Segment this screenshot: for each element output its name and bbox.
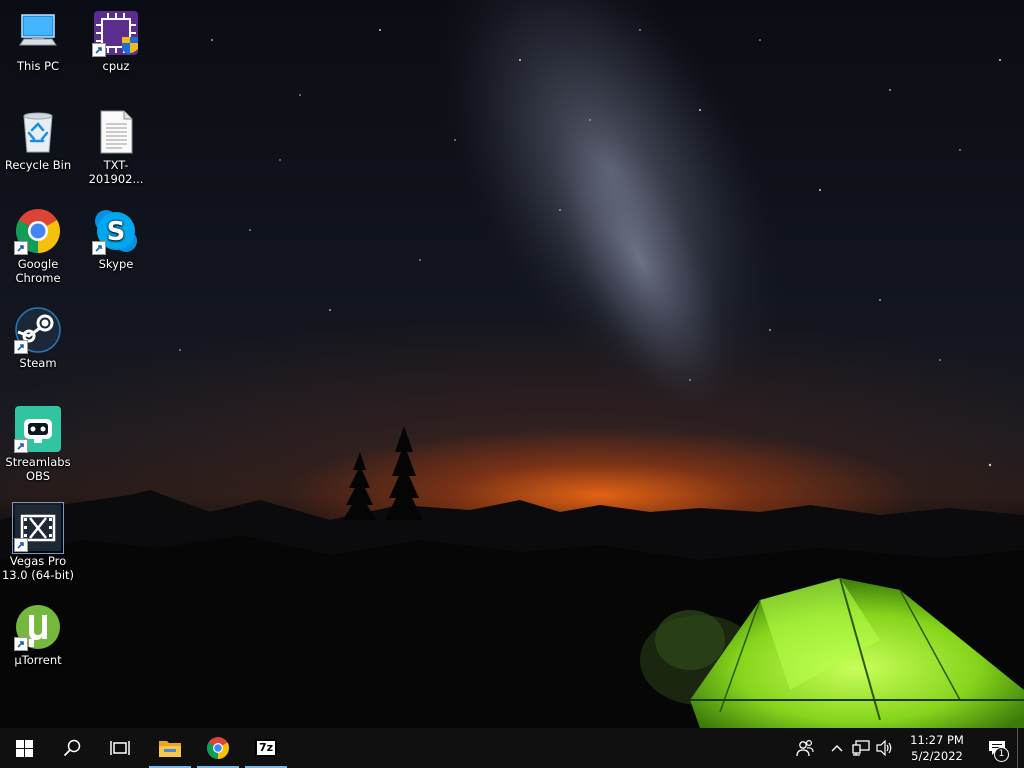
desktop-icon-label: Streamlabs OBS: [5, 455, 71, 483]
desktop-icon-label: TXT-201902...: [88, 158, 144, 186]
shortcut-arrow-icon: [14, 439, 28, 453]
desktop-icon-label: Vegas Pro 13.0 (64-bit): [1, 554, 75, 582]
7zip-icon: 7z: [255, 739, 277, 757]
desktop-icon-this-pc[interactable]: This PC: [0, 3, 76, 73]
notification-count-badge: 1: [994, 747, 1009, 762]
task-view-button[interactable]: [96, 728, 144, 768]
shortcut-arrow-icon: [14, 637, 28, 651]
taskbar: 7z 11:27 PM 5/2/2022 1: [0, 728, 1024, 768]
taskbar-clock[interactable]: 11:27 PM 5/2/2022: [897, 732, 977, 764]
tray-volume[interactable]: [873, 728, 897, 768]
desktop-icon-label: Steam: [19, 356, 57, 370]
svg-text:S: S: [107, 217, 126, 247]
utorrent-icon: [14, 603, 62, 651]
skype-icon: S: [92, 207, 140, 255]
desktop-icon-skype[interactable]: S Skype: [78, 201, 154, 271]
taskbar-7zip[interactable]: 7z: [242, 728, 290, 768]
desktop-icon-text-file[interactable]: TXT-201902...: [78, 102, 154, 186]
cpuz-icon: [92, 9, 140, 57]
search-icon: [63, 739, 81, 757]
chrome-icon: [207, 737, 229, 759]
task-view-icon: [110, 741, 130, 755]
chrome-icon: [14, 207, 62, 255]
desktop-icon-label: µTorrent: [14, 653, 62, 667]
vegas-pro-icon: [12, 502, 64, 554]
clock-date: 5/2/2022: [911, 749, 963, 763]
shortcut-arrow-icon: [14, 340, 28, 354]
search-button[interactable]: [48, 728, 96, 768]
desktop-icon-label: cpuz: [102, 59, 130, 73]
system-tray: 11:27 PM 5/2/2022 1: [785, 728, 1024, 768]
windows-start-icon: [15, 739, 33, 757]
tray-show-hidden-icons[interactable]: [825, 728, 849, 768]
taskbar-google-chrome[interactable]: [194, 728, 242, 768]
tray-people[interactable]: [785, 728, 825, 768]
computer-icon: [14, 9, 62, 57]
shortcut-arrow-icon: [14, 538, 28, 552]
file-explorer-icon: [159, 741, 181, 757]
show-desktop-button[interactable]: [1017, 728, 1024, 768]
desktop-icon-streamlabs-obs[interactable]: Streamlabs OBS: [0, 399, 76, 483]
network-icon: [852, 740, 870, 756]
desktop-icon-cpuz[interactable]: cpuz: [78, 3, 154, 73]
volume-icon: [876, 740, 892, 756]
shortcut-arrow-icon: [14, 241, 28, 255]
streamlabs-obs-icon: [14, 405, 62, 453]
desktop-icon-label: This PC: [16, 59, 60, 73]
steam-icon: [14, 306, 62, 354]
desktop-icon-utorrent[interactable]: µTorrent: [0, 597, 76, 667]
desktop-icon-recycle-bin[interactable]: Recycle Bin: [0, 102, 76, 172]
desktop-icon-label: Skype: [98, 257, 134, 271]
tray-network[interactable]: [849, 728, 873, 768]
shortcut-arrow-icon: [92, 43, 106, 57]
desktop-icon-google-chrome[interactable]: Google Chrome: [0, 201, 76, 285]
action-center-button[interactable]: 1: [977, 728, 1017, 768]
start-button[interactable]: [0, 728, 48, 768]
7zip-icon-label: 7z: [258, 741, 274, 754]
text-file-icon: [92, 108, 140, 156]
taskbar-file-explorer[interactable]: [146, 728, 194, 768]
clock-time: 11:27 PM: [910, 733, 964, 747]
desktop-icon-steam[interactable]: Steam: [0, 300, 76, 370]
chevron-up-icon: [831, 745, 843, 752]
recycle-bin-icon: [14, 108, 62, 156]
desktop-icon-vegas-pro[interactable]: Vegas Pro 13.0 (64-bit): [0, 498, 76, 582]
desktop-icon-label: Recycle Bin: [4, 158, 72, 172]
shortcut-arrow-icon: [92, 241, 106, 255]
desktop-icon-label: Google Chrome: [15, 257, 61, 285]
people-icon: [796, 739, 814, 757]
